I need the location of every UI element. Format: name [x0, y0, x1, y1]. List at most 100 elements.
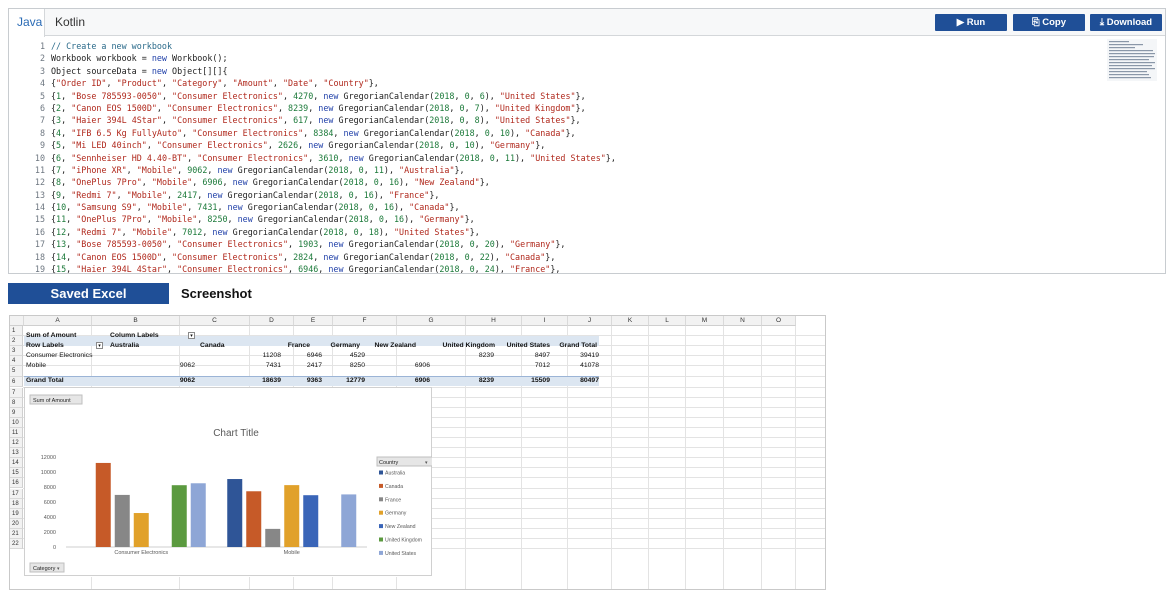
pivot-value: 8250 — [349, 362, 365, 369]
code-line[interactable]: 19 {15, "Haier 394L 4Star", "Consumer Ele… — [9, 263, 1109, 275]
code-line[interactable]: 14 {10, "Samsung S9", "Mobile", 7431, new… — [9, 201, 1109, 213]
code-line[interactable]: 10 {6, "Sennheiser HD 4.40-BT", "Consumer… — [9, 152, 1109, 164]
code-area[interactable]: 1 // Create a new workbook 2 Workbook workb… — [9, 40, 1109, 275]
column-header[interactable]: M — [686, 316, 724, 326]
pivot-total-value: 9062 — [179, 377, 195, 384]
code-line[interactable]: 2 Workbook workbook = new Workbook(); — [9, 52, 1109, 64]
y-tick-label: 8000 — [44, 485, 56, 491]
row-header[interactable]: 10 — [10, 417, 23, 428]
pivot-values-field: Sum of Amount — [26, 332, 77, 339]
pivot-grand-total-label: Grand Total — [26, 377, 64, 384]
download-button[interactable]: ⤓ Download — [1090, 14, 1162, 31]
row-header[interactable]: 11 — [10, 427, 23, 438]
row-header[interactable]: 12 — [10, 438, 23, 449]
code-text: {10, "Samsung S9", "Mobile", 7431, new G… — [51, 202, 460, 213]
pivot-total-value: 80497 — [580, 377, 599, 384]
tab-kotlin[interactable]: Kotlin — [47, 9, 93, 36]
row-header[interactable]: 16 — [10, 478, 23, 489]
code-line[interactable]: 1 // Create a new workbook — [9, 40, 1109, 52]
run-button[interactable]: ▶ Run — [935, 14, 1007, 31]
code-line[interactable]: 9 {5, "Mi LED 40inch", "Consumer Electron… — [9, 139, 1109, 151]
column-filter-dropdown-icon[interactable]: ▾ — [188, 331, 197, 341]
row-header[interactable]: 17 — [10, 488, 23, 499]
code-line[interactable]: 15 {11, "OnePlus 7Pro", "Mobile", 8250, n… — [9, 213, 1109, 225]
code-line[interactable]: 16 {12, "Redmi 7", "Mobile", 7012, new Gr… — [9, 226, 1109, 238]
legend-title: Country — [379, 460, 399, 466]
code-text: {"Order ID", "Product", "Category", "Amo… — [51, 78, 379, 89]
pivot-col-header: New Zealand — [374, 342, 416, 349]
code-line[interactable]: 17 {13, "Bose 785593-0050", "Consumer Ele… — [9, 238, 1109, 250]
tab-java[interactable]: Java — [9, 9, 45, 37]
code-line[interactable]: 12 {8, "OnePlus 7Pro", "Mobile", 6906, ne… — [9, 176, 1109, 188]
column-header[interactable]: B — [92, 316, 180, 326]
row-header[interactable]: 3 — [10, 346, 23, 357]
code-line[interactable]: 6 {2, "Canon EOS 1500D", "Consumer Electr… — [9, 102, 1109, 114]
legend-entry: Germany — [385, 511, 407, 517]
column-header[interactable]: G — [397, 316, 466, 326]
row-header[interactable]: 21 — [10, 528, 23, 539]
code-text: {3, "Haier 394L 4Star", "Consumer Electr… — [51, 115, 581, 126]
code-line[interactable]: 11 {7, "iPhone XR", "Mobile", 9062, new G… — [9, 164, 1109, 176]
code-line[interactable]: 7 {3, "Haier 394L 4Star", "Consumer Elect… — [9, 114, 1109, 126]
column-header[interactable]: E — [294, 316, 333, 326]
column-header[interactable]: D — [250, 316, 294, 326]
row-header[interactable]: 7 — [10, 387, 23, 398]
code-line[interactable]: 3 Object sourceData = new Object[][]{ — [9, 65, 1109, 77]
code-line[interactable]: 13 {9, "Redmi 7", "Mobile", 2417, new Gre… — [9, 189, 1109, 201]
row-header[interactable]: 4 — [10, 356, 23, 367]
legend-entry: Canada — [385, 484, 403, 490]
y-tick-label: 4000 — [44, 515, 56, 521]
code-line[interactable]: 5 {1, "Bose 785593-0050", "Consumer Elect… — [9, 90, 1109, 102]
code-line[interactable]: 18 {14, "Canon EOS 1500D", "Consumer Elec… — [9, 251, 1109, 263]
code-text: {15, "Haier 394L 4Star", "Consumer Elect… — [51, 264, 561, 275]
row-header[interactable]: 9 — [10, 407, 23, 418]
column-header[interactable]: N — [724, 316, 762, 326]
row-header[interactable]: 20 — [10, 518, 23, 529]
pivot-col-header: United States — [506, 342, 550, 349]
pivot-chart[interactable]: Sum of Amount Chart Title 0 2000 4000 6000 800… — [24, 387, 432, 577]
code-text: {14, "Canon EOS 1500D", "Consumer Electr… — [51, 251, 556, 262]
y-tick-label: 2000 — [44, 530, 56, 536]
line-number: 6 — [39, 102, 45, 113]
legend-entry: France — [385, 497, 401, 503]
legend-swatch — [379, 470, 383, 475]
row-header[interactable]: 2 — [10, 336, 23, 347]
y-tick-label: 12000 — [41, 455, 56, 461]
copy-button[interactable]: ⎘ Copy — [1013, 14, 1085, 31]
language-tab-bar: Java Kotlin ▶ Run ⎘ Copy ⤓ Download — [9, 9, 1165, 37]
pivot-value: 8239 — [478, 352, 494, 359]
row-header[interactable]: 8 — [10, 397, 23, 408]
row-header[interactable]: 1 — [10, 326, 23, 337]
column-header[interactable]: C — [180, 316, 250, 326]
line-number: 12 — [34, 177, 45, 188]
code-line[interactable]: 4 {"Order ID", "Product", "Category", "Am… — [9, 77, 1109, 89]
column-header[interactable]: I — [522, 316, 568, 326]
column-header[interactable]: H — [466, 316, 522, 326]
bar-united-states — [190, 483, 206, 547]
legend-swatch — [379, 483, 383, 488]
code-line[interactable]: 8 {4, "IFB 6.5 Kg FullyAuto", "Consumer E… — [9, 127, 1109, 139]
column-header[interactable]: A — [24, 316, 92, 326]
row-header[interactable]: 15 — [10, 468, 23, 479]
code-minimap[interactable] — [1107, 39, 1157, 81]
pivot-row-labels: Row Labels — [26, 342, 64, 349]
x-category-label: Mobile — [284, 550, 300, 556]
row-filter-dropdown-icon[interactable]: ▾ — [96, 341, 105, 351]
row-header[interactable]: 22 — [10, 539, 23, 550]
saved-excel-tab[interactable]: Saved Excel — [8, 283, 169, 304]
select-all-corner[interactable] — [10, 316, 24, 326]
pivot-total-value: 8239 — [478, 377, 494, 384]
column-header[interactable]: K — [612, 316, 649, 326]
row-header[interactable]: 13 — [10, 448, 23, 459]
column-header[interactable]: L — [649, 316, 686, 326]
row-header[interactable]: 5 — [10, 366, 23, 378]
pivot-value: 7012 — [534, 362, 550, 369]
column-header[interactable]: O — [762, 316, 796, 326]
row-header[interactable]: 14 — [10, 458, 23, 469]
screenshot-heading[interactable]: Screenshot — [181, 283, 252, 304]
column-header[interactable]: F — [333, 316, 397, 326]
row-header[interactable]: 18 — [10, 498, 23, 509]
row-header[interactable]: 19 — [10, 508, 23, 519]
row-header[interactable]: 6 — [10, 377, 23, 388]
column-header[interactable]: J — [568, 316, 612, 326]
